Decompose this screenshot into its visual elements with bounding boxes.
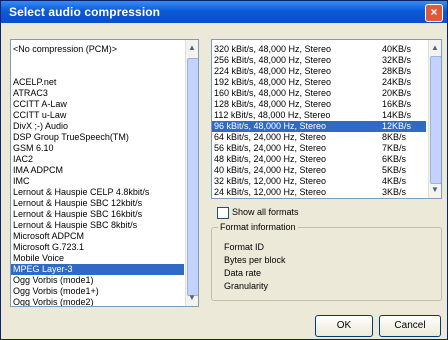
format-list-item[interactable]: 48 kBit/s, 24,000 Hz, Stereo 6KB/s: [212, 154, 426, 165]
codec-list[interactable]: <No compression (PCM)> ACELP.net ATRAC3 CCI…: [10, 39, 199, 307]
format-description: 24 kBit/s, 12,000 Hz, Stereo: [214, 187, 327, 197]
codec-list-item[interactable]: Ogg Vorbis (mode2): [11, 297, 184, 306]
format-info-fields: Format ID Bytes per block Data rate Gran…: [224, 242, 286, 294]
codec-scrollbar[interactable]: ▲ ▼: [185, 40, 198, 306]
format-list-item[interactable]: 32 kBit/s, 12,000 Hz, Stereo 4KB/s: [212, 176, 426, 187]
codec-list-item[interactable]: Lernout & Hauspie SBC 8kbit/s: [11, 220, 184, 231]
scrollbar-thumb[interactable]: [430, 56, 441, 184]
window-title: Select audio compression: [9, 5, 161, 19]
format-description: 56 kBit/s, 24,000 Hz, Stereo: [214, 143, 327, 153]
format-list-item[interactable]: 64 kBit/s, 24,000 Hz, Stereo 8KB/s: [212, 132, 426, 143]
cancel-button[interactable]: Cancel: [379, 315, 441, 337]
format-info-group: Format information Format ID Bytes per b…: [211, 222, 442, 301]
format-scrollbar[interactable]: ▲ ▼: [428, 40, 441, 198]
format-list-item[interactable]: 56 kBit/s, 24,000 Hz, Stereo 7KB/s: [212, 143, 426, 154]
format-rate: 20KB/s: [382, 88, 412, 98]
format-description: 64 kBit/s, 24,000 Hz, Stereo: [214, 132, 327, 142]
codec-list-item[interactable]: CCITT u-Law: [11, 110, 184, 121]
show-all-formats-checkbox[interactable]: [217, 207, 229, 219]
format-list-item[interactable]: 320 kBit/s, 48,000 Hz, Stereo 40KB/s: [212, 44, 426, 55]
format-description: 320 kBit/s, 48,000 Hz, Stereo: [214, 44, 332, 54]
format-list-item[interactable]: 24 kBit/s, 12,000 Hz, Stereo 3KB/s: [212, 187, 426, 198]
format-rate: 5KB/s: [382, 165, 407, 175]
title-bar[interactable]: Select audio compression ×: [1, 1, 447, 23]
format-list-item[interactable]: 128 kBit/s, 48,000 Hz, Stereo 16KB/s: [212, 99, 426, 110]
codec-list-item[interactable]: IMA ADPCM: [11, 165, 184, 176]
format-rate: 7KB/s: [382, 143, 407, 153]
codec-list-item[interactable]: IMC: [11, 176, 184, 187]
codec-list-item[interactable]: Lernout & Hauspie CELP 4.8kbit/s: [11, 187, 184, 198]
format-description: 96 kBit/s, 48,000 Hz, Stereo: [214, 121, 327, 131]
codec-list-item[interactable]: DivX ;-) Audio: [11, 121, 184, 132]
scroll-down-icon[interactable]: ▼: [429, 184, 441, 196]
format-description: 48 kBit/s, 24,000 Hz, Stereo: [214, 154, 327, 164]
ok-button[interactable]: OK: [315, 315, 373, 337]
scroll-up-icon[interactable]: ▲: [429, 42, 441, 54]
format-description: 224 kBit/s, 48,000 Hz, Stereo: [214, 66, 332, 76]
codec-list-item[interactable]: Mobile Voice: [11, 253, 184, 264]
close-icon[interactable]: ×: [425, 4, 443, 22]
format-list-item[interactable]: 160 kBit/s, 48,000 Hz, Stereo 20KB/s: [212, 88, 426, 99]
format-list-item[interactable]: 40 kBit/s, 24,000 Hz, Stereo 5KB/s: [212, 165, 426, 176]
format-rate: 16KB/s: [382, 99, 412, 109]
format-rate: 6KB/s: [382, 154, 407, 164]
codec-list-item[interactable]: Ogg Vorbis (mode1): [11, 275, 184, 286]
format-rate: 14KB/s: [382, 110, 412, 120]
format-list-item[interactable]: 112 kBit/s, 48,000 Hz, Stereo 14KB/s: [212, 110, 426, 121]
codec-list-item[interactable]: [11, 55, 184, 66]
scroll-down-icon[interactable]: ▼: [186, 292, 198, 304]
scroll-up-icon[interactable]: ▲: [186, 42, 198, 54]
data-rate-label: Data rate: [224, 268, 262, 278]
format-description: 256 kBit/s, 48,000 Hz, Stereo: [214, 55, 332, 65]
codec-list-item[interactable]: Microsoft ADPCM: [11, 231, 184, 242]
format-info-title: Format information: [218, 222, 298, 232]
format-rate: 3KB/s: [382, 187, 407, 197]
bytes-per-block-label: Bytes per block: [224, 255, 286, 265]
format-description: 112 kBit/s, 48,000 Hz, Stereo: [214, 110, 331, 120]
codec-list-item[interactable]: ATRAC3: [11, 88, 184, 99]
format-rate: 40KB/s: [382, 44, 412, 54]
format-rate: 32KB/s: [382, 55, 412, 65]
format-description: 40 kBit/s, 24,000 Hz, Stereo: [214, 165, 327, 175]
codec-list-item[interactable]: IAC2: [11, 154, 184, 165]
format-list-item[interactable]: 256 kBit/s, 48,000 Hz, Stereo 32KB/s: [212, 55, 426, 66]
format-list-item[interactable]: 192 kBit/s, 48,000 Hz, Stereo 24KB/s: [212, 77, 426, 88]
format-list-item[interactable]: 96 kBit/s, 48,000 Hz, Stereo 12KB/s: [212, 121, 426, 132]
codec-list-item[interactable]: Lernout & Hauspie SBC 16kbit/s: [11, 209, 184, 220]
codec-list-item[interactable]: Microsoft G.723.1: [11, 242, 184, 253]
codec-list-item[interactable]: GSM 6.10: [11, 143, 184, 154]
format-rate: 8KB/s: [382, 132, 407, 142]
format-description: 160 kBit/s, 48,000 Hz, Stereo: [214, 88, 332, 98]
show-all-formats-label: Show all formats: [232, 207, 299, 217]
format-list[interactable]: 320 kBit/s, 48,000 Hz, Stereo 40KB/s 256 k…: [211, 39, 442, 199]
scrollbar-thumb[interactable]: [187, 58, 198, 296]
codec-list-item[interactable]: MPEG Layer-3: [11, 264, 184, 275]
dialog-window: Select audio compression × <No compressi…: [0, 0, 448, 340]
format-description: 128 kBit/s, 48,000 Hz, Stereo: [214, 99, 332, 109]
format-id-label: Format ID: [224, 242, 265, 252]
codec-list-item[interactable]: Lernout & Hauspie SBC 12kbit/s: [11, 198, 184, 209]
codec-list-item[interactable]: Ogg Vorbis (mode1+): [11, 286, 184, 297]
format-rate: 12KB/s: [382, 121, 412, 131]
format-description: 192 kBit/s, 48,000 Hz, Stereo: [214, 77, 332, 87]
codec-list-item[interactable]: DSP Group TrueSpeech(TM): [11, 132, 184, 143]
codec-list-item[interactable]: ACELP.net: [11, 77, 184, 88]
codec-list-item[interactable]: CCITT A-Law: [11, 99, 184, 110]
codec-list-item[interactable]: <No compression (PCM)>: [11, 44, 184, 55]
granularity-label: Granularity: [224, 281, 269, 291]
format-list-item[interactable]: 224 kBit/s, 48,000 Hz, Stereo 28KB/s: [212, 66, 426, 77]
format-description: 32 kBit/s, 12,000 Hz, Stereo: [214, 176, 327, 186]
format-rate: 28KB/s: [382, 66, 412, 76]
format-rate: 24KB/s: [382, 77, 412, 87]
codec-list-item[interactable]: [11, 66, 184, 77]
format-rate: 4KB/s: [382, 176, 407, 186]
